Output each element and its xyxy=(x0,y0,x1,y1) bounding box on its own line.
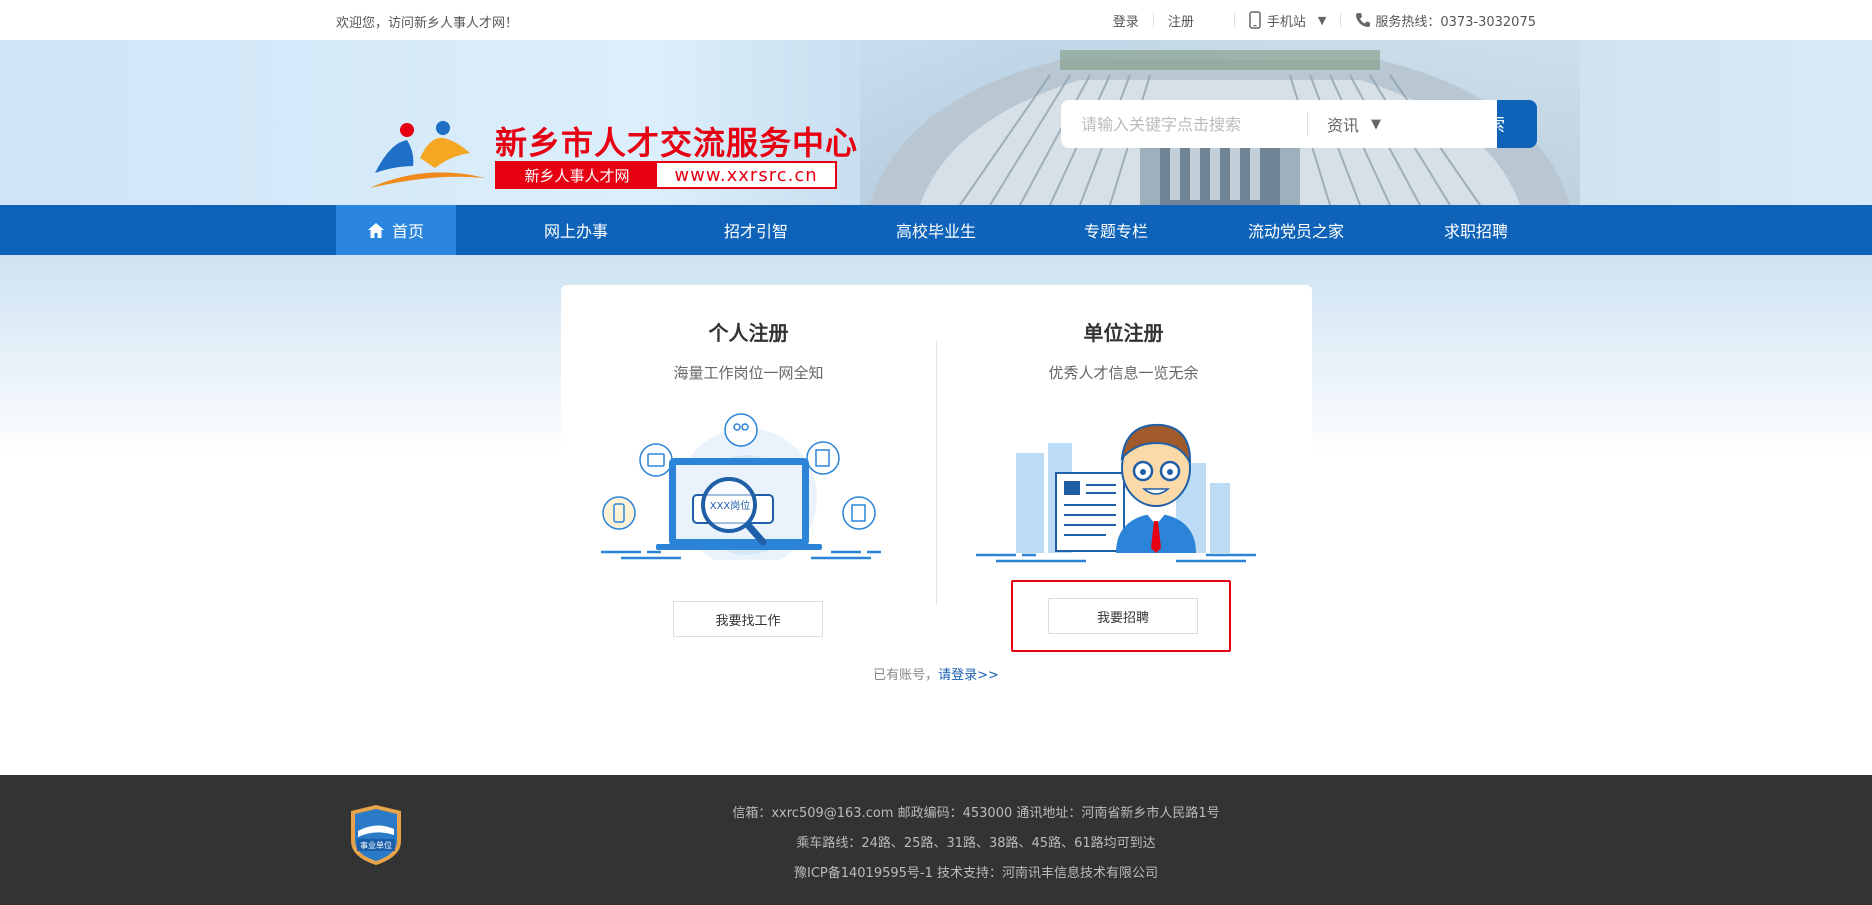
logo-people-icon xyxy=(370,121,485,188)
nav-item-label: 高校毕业生 xyxy=(895,222,976,241)
site-name: 新乡人事人才网 xyxy=(497,163,657,187)
footer-bus-line: 乘车路线：24路、25路、31路、38路、45路、61路均可到达 xyxy=(796,836,1156,851)
login-link[interactable]: 登录 xyxy=(1113,11,1139,30)
register-link[interactable]: 注册 xyxy=(1168,11,1194,30)
search-input[interactable] xyxy=(1061,100,1307,148)
hotline: 服务热线：0373-3032075 xyxy=(1355,11,1536,30)
login-link-bottom[interactable]: 请登录>> xyxy=(938,668,999,683)
highlight-box xyxy=(1011,580,1231,652)
footer-contact-line: 信箱：xxrc509@163.com 邮政编码：453000 通讯地址：河南省新… xyxy=(732,806,1220,821)
login-prompt: 已有账号，请登录>> xyxy=(0,664,1872,683)
mobile-phone-icon xyxy=(1249,11,1261,29)
nav-item-label: 招才引智 xyxy=(723,222,788,241)
divider xyxy=(1233,13,1235,27)
company-register-subtitle: 优秀人才信息一览无余 xyxy=(1048,364,1199,382)
site-url: www.xxrsrc.cn xyxy=(674,164,818,186)
search-category-dropdown[interactable]: 资讯 ▼ xyxy=(1307,100,1497,148)
personal-register-subtitle: 海量工作岗位一网全知 xyxy=(673,364,824,382)
footer-icp-line: 豫ICP备14019595号-1 技术支持：河南讯丰信息技术有限公司 xyxy=(793,866,1158,881)
nav-item-label: 网上办事 xyxy=(543,222,608,241)
divider xyxy=(1152,13,1154,27)
site-logo[interactable]: 新乡市人才交流服务中心 新乡人事人才网 www.xxrsrc.cn xyxy=(365,80,865,200)
nav-item-special-topics[interactable]: 专题专栏 xyxy=(1056,205,1176,255)
nav-item-online-services[interactable]: 网上办事 xyxy=(516,205,636,255)
company-register-title: 单位注册 xyxy=(1083,321,1164,345)
hotline-text: 服务热线：0373-3032075 xyxy=(1375,14,1536,30)
screen-job-label: XXX岗位 xyxy=(710,499,751,512)
nav-item-party-members[interactable]: 流动党员之家 xyxy=(1236,205,1356,255)
mobile-site-label: 手机站 xyxy=(1266,14,1306,30)
phone-icon xyxy=(1356,13,1371,27)
search-bar: 资讯 ▼ 搜索 xyxy=(1061,100,1537,148)
nav-item-label: 专题专栏 xyxy=(1083,222,1148,241)
top-bar: 欢迎您，访问新乡人事人才网！ 登录 注册 手机站 ▼ 服务热线：0373-303… xyxy=(0,0,1872,40)
has-account-text: 已有账号， xyxy=(873,668,939,683)
home-icon xyxy=(367,222,384,238)
nav-item-label: 流动党员之家 xyxy=(1247,222,1344,241)
find-job-button[interactable]: 我要找工作 xyxy=(673,601,823,637)
footer: 事业单位 信箱：xxrc509@163.com 邮政编码：453000 通讯地址… xyxy=(0,775,1872,905)
site-url-box: 新乡人事人才网 www.xxrsrc.cn xyxy=(495,161,837,189)
nav-item-graduates[interactable]: 高校毕业生 xyxy=(876,205,996,255)
nav-item-home[interactable]: 首页 xyxy=(336,205,456,255)
mobile-site-dropdown[interactable]: 手机站 ▼ xyxy=(1249,11,1326,30)
nav-item-job-search[interactable]: 求职招聘 xyxy=(1416,205,1536,255)
footer-info: 信箱：xxrc509@163.com 邮政编码：453000 通讯地址：河南省新… xyxy=(0,799,1872,889)
site-title: 新乡市人才交流服务中心 xyxy=(495,124,859,162)
search-category-label: 资讯 xyxy=(1327,116,1360,135)
nav-item-label: 首页 xyxy=(391,222,424,241)
recruiter-illustration xyxy=(976,423,1256,563)
welcome-text: 欢迎您，访问新乡人事人才网！ xyxy=(336,16,519,31)
main-nav: 首页 网上办事 招才引智 高校毕业生 专题专栏 流动党员之家 求职招聘 xyxy=(0,205,1872,255)
personal-register-title: 个人注册 xyxy=(708,321,789,345)
nav-item-label: 求职招聘 xyxy=(1443,222,1508,241)
caret-down-icon: ▼ xyxy=(1317,13,1327,27)
top-bar-links: 登录 注册 手机站 ▼ 服务热线：0373-3032075 xyxy=(1113,10,1536,30)
job-search-illustration: XXX岗位 xyxy=(601,413,881,560)
divider xyxy=(1340,13,1342,27)
caret-down-icon: ▼ xyxy=(1371,116,1382,132)
nav-item-talent-recruitment[interactable]: 招才引智 xyxy=(696,205,816,255)
personal-registration: 个人注册 海量工作岗位一网全知 XXX岗位 我要找工作 xyxy=(561,285,936,665)
header-banner: 新乡市人才交流服务中心 新乡人事人才网 www.xxrsrc.cn xyxy=(0,40,1872,205)
